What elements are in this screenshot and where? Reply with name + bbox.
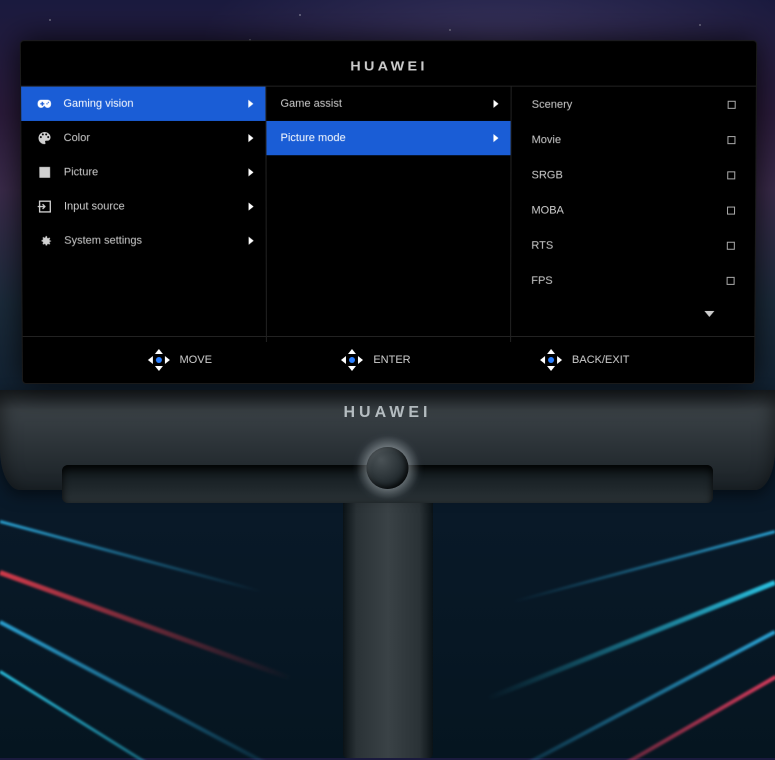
option-label: FPS (531, 274, 552, 286)
checkbox-icon (728, 100, 736, 108)
main-menu-input-source[interactable]: Input source (22, 189, 266, 223)
input-icon (36, 198, 54, 216)
osd-panel: HUAWEI Gaming vision Color (20, 40, 757, 384)
menu-label: Picture (64, 166, 249, 178)
osd-footer: MOVE ENTER BACK/EXIT (23, 336, 755, 383)
footer-back: BACK/EXIT (540, 349, 630, 371)
option-label: SRGB (532, 169, 563, 181)
footer-enter-label: ENTER (373, 354, 410, 366)
gear-icon (36, 232, 54, 250)
monitor-stand (343, 488, 433, 758)
image-icon (36, 163, 54, 181)
menu-label: Input source (64, 201, 249, 213)
checkbox-icon (727, 276, 735, 284)
nav-enter-icon (341, 349, 363, 371)
chevron-right-icon (249, 237, 254, 245)
checkbox-icon (727, 136, 735, 144)
brand-logo-body: HUAWEI (344, 404, 432, 422)
menu-label: Color (64, 132, 249, 144)
joystick-button[interactable] (367, 447, 409, 489)
option-movie[interactable]: Movie (511, 122, 755, 157)
sub-menu-column: Game assist Picture mode (266, 87, 511, 342)
main-menu-gaming-vision[interactable]: Gaming vision (21, 87, 265, 121)
sub-menu-game-assist[interactable]: Game assist (266, 87, 510, 121)
option-label: RTS (531, 239, 553, 251)
nav-back-icon (540, 349, 562, 371)
menu-label: Gaming vision (63, 98, 248, 110)
osd-header: HUAWEI (21, 41, 756, 86)
chevron-right-icon (493, 134, 498, 142)
chevron-right-icon (249, 203, 254, 211)
option-label: Movie (532, 134, 562, 146)
option-srgb[interactable]: SRGB (511, 157, 755, 192)
option-label: MOBA (531, 204, 564, 216)
osd-body: Gaming vision Color Picture (21, 87, 756, 342)
checkbox-icon (727, 241, 735, 249)
options-column: Scenery Movie SRGB MOBA RTS FPS (511, 87, 756, 342)
option-rts[interactable]: RTS (511, 228, 755, 263)
chevron-right-icon (248, 134, 253, 142)
menu-label: System settings (64, 235, 249, 247)
chevron-right-icon (248, 168, 253, 176)
option-scenery[interactable]: Scenery (512, 87, 756, 122)
chevron-right-icon (494, 100, 499, 108)
main-menu-picture[interactable]: Picture (22, 155, 266, 189)
main-menu-column: Gaming vision Color Picture (21, 87, 267, 342)
checkbox-icon (727, 171, 735, 179)
footer-back-label: BACK/EXIT (572, 354, 630, 366)
brand-logo-osd: HUAWEI (350, 58, 427, 73)
chevron-right-icon (248, 100, 253, 108)
scroll-down-indicator[interactable] (511, 298, 754, 322)
menu-label: Game assist (280, 98, 493, 110)
gamepad-icon (35, 95, 53, 113)
option-fps[interactable]: FPS (511, 263, 755, 298)
footer-move: MOVE (147, 349, 212, 371)
palette-icon (35, 129, 53, 147)
option-label: Scenery (532, 98, 573, 110)
footer-enter: ENTER (341, 349, 410, 371)
main-menu-system-settings[interactable]: System settings (22, 224, 266, 258)
monitor-chin: HUAWEI (0, 390, 775, 490)
footer-move-label: MOVE (180, 354, 212, 366)
nav-move-icon (147, 349, 169, 371)
option-moba[interactable]: MOBA (511, 192, 755, 227)
chevron-down-icon (704, 311, 714, 317)
sub-menu-picture-mode[interactable]: Picture mode (266, 121, 510, 155)
joystick-glow (350, 430, 425, 505)
main-menu-color[interactable]: Color (21, 121, 265, 155)
checkbox-icon (727, 206, 735, 214)
menu-label: Picture mode (281, 132, 494, 144)
